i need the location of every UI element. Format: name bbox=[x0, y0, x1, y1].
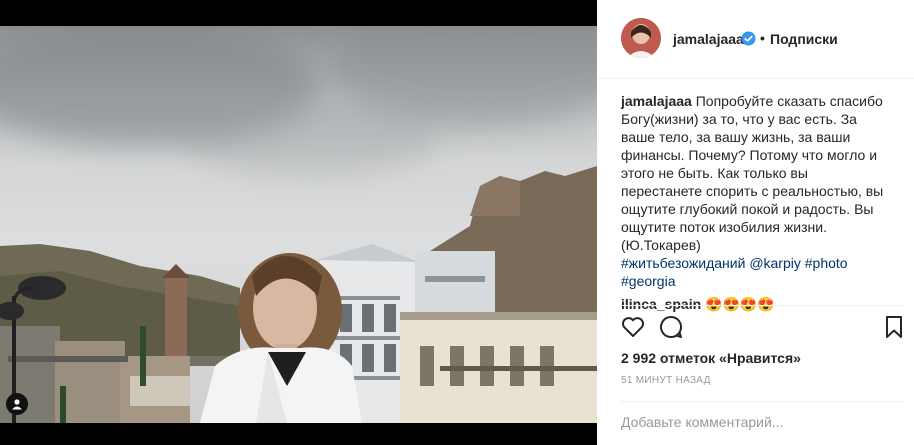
divider bbox=[621, 305, 905, 306]
heart-icon[interactable] bbox=[620, 314, 646, 340]
caption-username[interactable]: jamalajaaa bbox=[621, 93, 692, 109]
post-photo[interactable] bbox=[0, 26, 597, 423]
comment-text: 😍😍😍😍 bbox=[705, 296, 775, 312]
mention-link[interactable]: @karpiy bbox=[749, 255, 801, 271]
post-media bbox=[0, 0, 597, 445]
comment: ilinca_spain 😍😍😍😍 bbox=[621, 295, 891, 313]
hashtag-link[interactable]: #житьбезожиданий bbox=[621, 255, 745, 271]
person-tag-icon[interactable] bbox=[6, 393, 28, 415]
username-link[interactable]: jamalajaaa bbox=[673, 31, 744, 47]
post-details-panel: jamalajaaa • Подписки jamalajaaa Попробу… bbox=[597, 0, 914, 445]
likes-count[interactable]: 2 992 отметок «Нравится» bbox=[621, 350, 801, 366]
action-bar bbox=[621, 314, 911, 342]
avatar[interactable] bbox=[621, 18, 661, 58]
header-separator: • bbox=[760, 30, 765, 46]
hashtag-link[interactable]: #photo bbox=[805, 255, 848, 271]
caption: jamalajaaa Попробуйте сказать спасибо Бо… bbox=[621, 92, 891, 290]
caption-text: Попробуйте сказать спасибо Богу(жизни) з… bbox=[621, 93, 884, 253]
comment-bubble-icon[interactable] bbox=[658, 314, 684, 340]
bookmark-icon[interactable] bbox=[881, 314, 907, 340]
post-timestamp[interactable]: 51 МИНУТ НАЗАД bbox=[621, 375, 711, 386]
following-button[interactable]: Подписки bbox=[770, 31, 838, 47]
add-comment-input[interactable] bbox=[621, 414, 891, 430]
divider bbox=[621, 401, 905, 402]
photo-scene bbox=[0, 166, 597, 423]
comment-username[interactable]: ilinca_spain bbox=[621, 296, 701, 312]
comments-section: jamalajaaa Попробуйте сказать спасибо Бо… bbox=[621, 92, 891, 313]
post-header: jamalajaaa • Подписки bbox=[597, 0, 914, 79]
verified-badge-icon bbox=[741, 31, 756, 46]
hashtag-link[interactable]: #georgia bbox=[621, 273, 676, 289]
